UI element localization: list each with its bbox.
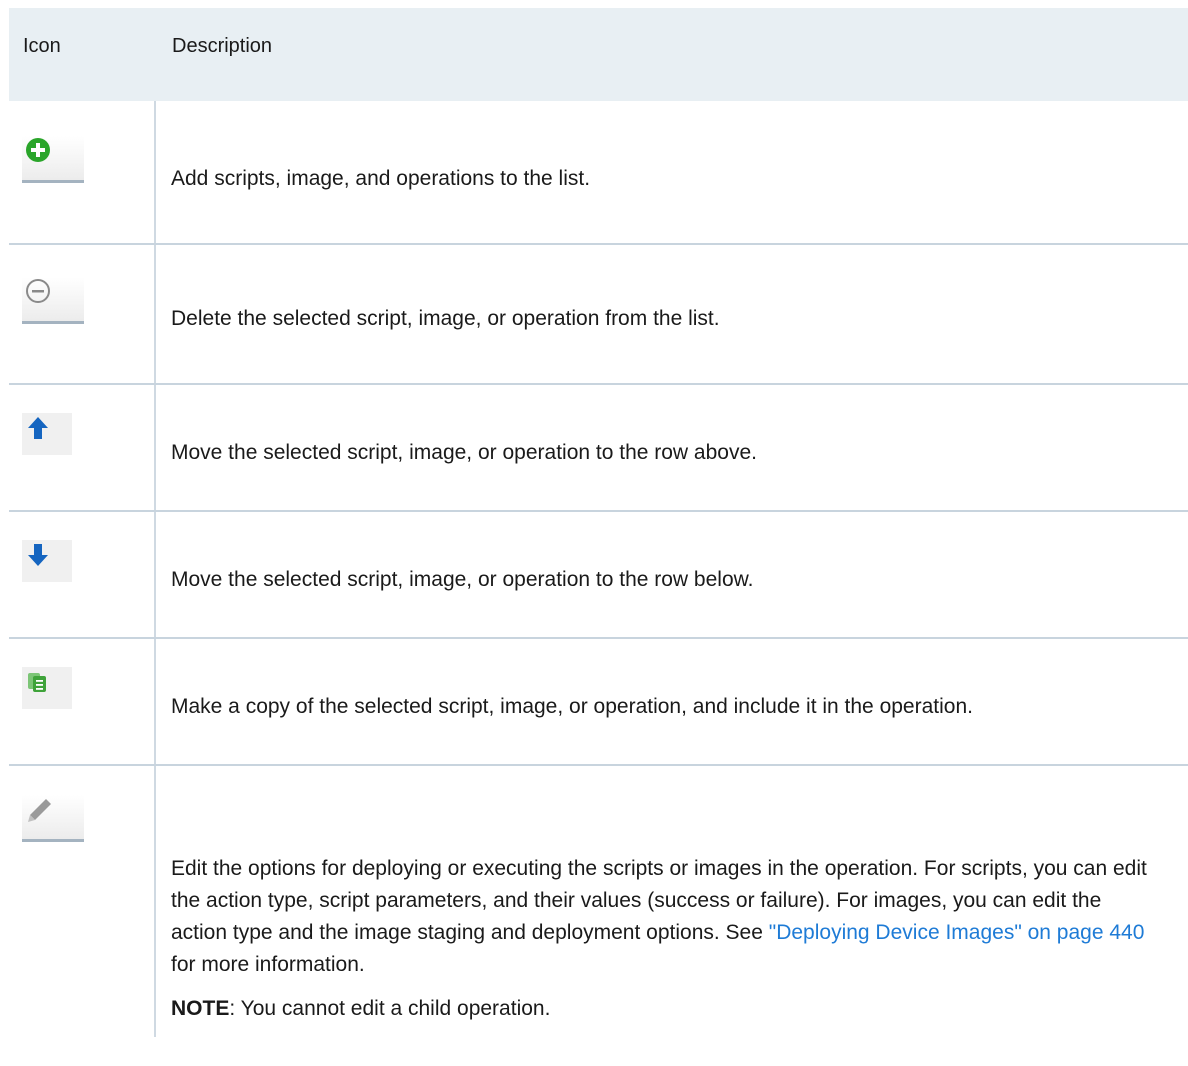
deploying-device-images-link[interactable]: "Deploying Device Images" on page 440 xyxy=(769,921,1145,944)
description-text-end: for more information. xyxy=(171,953,365,976)
row-description: Delete the selected script, image, or op… xyxy=(171,307,720,330)
note-text: : You cannot edit a child operation. xyxy=(229,997,551,1020)
table-row: Make a copy of the selected script, imag… xyxy=(9,639,1188,766)
remove-icon[interactable] xyxy=(22,277,84,325)
table-row: Delete the selected script, image, or op… xyxy=(9,245,1188,385)
edit-description: Edit the options for deploying or execut… xyxy=(171,853,1161,981)
note: NOTE: You cannot edit a child operation. xyxy=(171,993,1161,1025)
header-description-column: Description xyxy=(172,35,273,57)
row-description: Add scripts, image, and operations to th… xyxy=(171,167,591,190)
row-description: Make a copy of the selected script, imag… xyxy=(171,695,973,718)
note-label: NOTE xyxy=(171,997,230,1020)
table-row: Add scripts, image, and operations to th… xyxy=(9,101,1188,245)
table-header: Icon Description xyxy=(9,8,1188,101)
arrow-down-icon[interactable] xyxy=(22,540,84,588)
header-icon-column: Icon xyxy=(23,35,61,57)
table-row: Move the selected script, image, or oper… xyxy=(9,512,1188,639)
row-description: Move the selected script, image, or oper… xyxy=(171,568,754,591)
table-row: Move the selected script, image, or oper… xyxy=(9,385,1188,512)
copy-icon[interactable] xyxy=(22,667,84,715)
icon-description-table: Icon Description Add scripts, image, and… xyxy=(9,8,1188,1066)
arrow-up-icon[interactable] xyxy=(22,413,84,461)
table-row: Edit the options for deploying or execut… xyxy=(9,766,1188,1066)
edit-icon[interactable] xyxy=(22,795,84,843)
row-description: Edit the options for deploying or execut… xyxy=(171,853,1161,1025)
row-description: Move the selected script, image, or oper… xyxy=(171,441,757,464)
add-icon[interactable] xyxy=(22,136,84,184)
